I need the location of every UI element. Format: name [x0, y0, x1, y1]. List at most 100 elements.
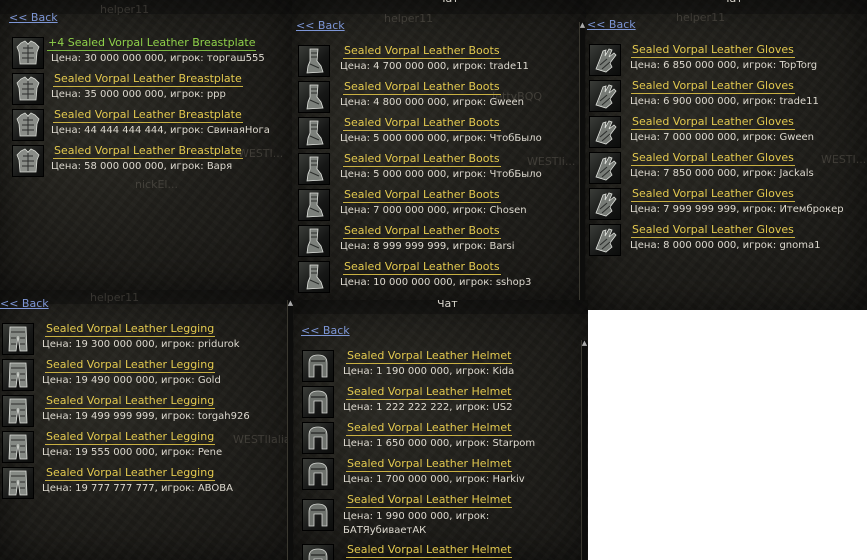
- item-price: Цена: 5 000 000 000, игрок: ЧтобБыло: [340, 169, 542, 180]
- item-price: Цена: 7 000 000 000, игрок: Gween: [630, 132, 815, 143]
- boots-icon[interactable]: [298, 45, 330, 77]
- list-item: Sealed Vorpal Leather Boots Цена: 5 000 …: [298, 116, 578, 152]
- item-price: Цена: 30 000 000 000, игрок: торгаш555: [51, 53, 265, 64]
- legging-icon[interactable]: [2, 395, 34, 427]
- item-name-link[interactable]: Sealed Vorpal Leather Boots: [343, 80, 501, 95]
- breastplate-icon[interactable]: [12, 145, 44, 177]
- scrollbar[interactable]: ▲: [579, 22, 585, 300]
- legging-icon[interactable]: [2, 359, 34, 391]
- list-item: Sealed Vorpal Leather Legging Цена: 19 4…: [2, 394, 287, 430]
- item-name-link[interactable]: Sealed Vorpal Leather Gloves: [631, 151, 795, 166]
- item-name-link[interactable]: Sealed Vorpal Leather Legging: [45, 430, 216, 445]
- ghost-text: helper11: [100, 3, 150, 16]
- ghost-text: helper11: [676, 11, 726, 24]
- back-link[interactable]: << Back: [301, 324, 350, 337]
- item-name-link[interactable]: Sealed Vorpal Leather Helmet: [346, 349, 513, 364]
- item-price: Цена: 19 490 000 000, игрок: Gold: [42, 375, 221, 386]
- back-link[interactable]: << Back: [9, 11, 58, 24]
- helmet-icon[interactable]: [302, 422, 334, 454]
- item-name-link[interactable]: Sealed Vorpal Leather Breastplate: [53, 108, 243, 123]
- item-price: Цена: 8 999 999 999, игрок: Barsi: [340, 241, 515, 252]
- helmet-icon[interactable]: [302, 350, 334, 382]
- gloves-icon[interactable]: [589, 188, 621, 220]
- legging-icon[interactable]: [2, 323, 34, 355]
- item-name-link[interactable]: Sealed Vorpal Leather Boots: [343, 44, 501, 59]
- item-name-link[interactable]: Sealed Vorpal Leather Helmet: [346, 421, 513, 436]
- chat-tab-label[interactable]: Чат: [722, 0, 743, 5]
- breastplate-panel: helper11 << Back WESTI... nickEl... +4 S…: [0, 0, 292, 290]
- item-name-link[interactable]: Sealed Vorpal Leather Helmet: [346, 385, 513, 400]
- item-price: Цена: 19 300 000 000, игрок: pridurok: [42, 339, 240, 350]
- back-link[interactable]: << Back: [296, 19, 345, 32]
- legging-icon[interactable]: [2, 431, 34, 463]
- item-price: Цена: 6 850 000 000, игрок: TopTorg: [630, 60, 818, 71]
- list-item: Sealed Vorpal Leather Breastplate Цена: …: [12, 108, 292, 144]
- gloves-icon[interactable]: [589, 116, 621, 148]
- item-price: Цена: 7 850 000 000, игрок: Jackals: [630, 168, 814, 179]
- list-item: Sealed Vorpal Leather Boots Цена: 8 999 …: [298, 224, 578, 260]
- item-price: Цена: 19 777 777 777, игрок: ABOBA: [42, 483, 233, 494]
- item-name-link[interactable]: Sealed Vorpal Leather Boots: [343, 152, 501, 167]
- ghost-text: helper11: [384, 12, 434, 25]
- breastplate-icon[interactable]: [12, 37, 44, 69]
- item-name-link[interactable]: Sealed Vorpal Leather Helmet: [346, 493, 513, 508]
- item-name-link[interactable]: Sealed Vorpal Leather Helmet: [346, 543, 513, 558]
- list-item: Sealed Vorpal Leather Breastplate Цена: …: [12, 72, 292, 108]
- list-item: Sealed Vorpal Leather Helmet Цена: 1 990…: [302, 493, 582, 539]
- legging-icon[interactable]: [2, 467, 34, 499]
- gloves-icon[interactable]: [589, 224, 621, 256]
- boots-icon[interactable]: [298, 189, 330, 221]
- boots-panel: Чат helper11 << Back JettyBQQ WESTIi... …: [292, 0, 586, 300]
- boots-icon[interactable]: [298, 117, 330, 149]
- item-name-link[interactable]: Sealed Vorpal Leather Helmet: [346, 457, 513, 472]
- boots-icon[interactable]: [298, 225, 330, 257]
- chat-tab-label[interactable]: Чат: [437, 300, 458, 310]
- item-name-link[interactable]: Sealed Vorpal Leather Gloves: [631, 79, 795, 94]
- list-item: Sealed Vorpal Leather Legging Цена: 19 3…: [2, 322, 287, 358]
- boots-icon[interactable]: [298, 261, 330, 293]
- helmet-icon[interactable]: [302, 499, 334, 531]
- scrollbar[interactable]: ▲: [287, 300, 293, 560]
- gloves-icon[interactable]: [589, 80, 621, 112]
- item-price: Цена: 4 800 000 000, игрок: Gween: [340, 97, 525, 108]
- item-name-link[interactable]: Sealed Vorpal Leather Breastplate: [53, 72, 243, 87]
- item-name-link[interactable]: Sealed Vorpal Leather Gloves: [631, 223, 795, 238]
- item-name-link[interactable]: Sealed Vorpal Leather Legging: [45, 466, 216, 481]
- list-item: Sealed Vorpal Leather Legging Цена: 19 7…: [2, 466, 287, 502]
- item-name-link[interactable]: Sealed Vorpal Leather Legging: [45, 322, 216, 337]
- item-name-link[interactable]: Sealed Vorpal Leather Legging: [45, 358, 216, 373]
- boots-icon[interactable]: [298, 81, 330, 113]
- breastplate-icon[interactable]: [12, 73, 44, 105]
- item-name-link[interactable]: +4 Sealed Vorpal Leather Breastplate: [47, 36, 257, 51]
- gloves-icon[interactable]: [589, 152, 621, 184]
- helmet-icon[interactable]: [302, 458, 334, 490]
- item-name-link[interactable]: Sealed Vorpal Leather Legging: [45, 394, 216, 409]
- helmet-icon[interactable]: [302, 386, 334, 418]
- item-name-link[interactable]: Sealed Vorpal Leather Boots: [343, 188, 501, 203]
- item-name-link[interactable]: Sealed Vorpal Leather Breastplate: [53, 144, 243, 159]
- list-item: Sealed Vorpal Leather Gloves Цена: 7 850…: [589, 151, 867, 187]
- item-name-link[interactable]: Sealed Vorpal Leather Gloves: [631, 187, 795, 202]
- boots-icon[interactable]: [298, 153, 330, 185]
- list-item: Sealed Vorpal Leather Gloves Цена: 7 999…: [589, 187, 867, 223]
- item-price: Цена: 5 000 000 000, игрок: ЧтобБыло: [340, 133, 542, 144]
- chat-tab-label[interactable]: Чат: [438, 0, 459, 5]
- item-name-link[interactable]: Sealed Vorpal Leather Boots: [343, 260, 501, 275]
- item-name-link[interactable]: Sealed Vorpal Leather Boots: [343, 224, 501, 239]
- item-name-link[interactable]: Sealed Vorpal Leather Boots: [343, 116, 501, 131]
- breastplate-icon[interactable]: [12, 109, 44, 141]
- item-price: Цена: 1 990 000 000, игрок: БАТЯубиваетА…: [343, 511, 490, 536]
- back-link[interactable]: << Back: [0, 297, 49, 310]
- back-link[interactable]: << Back: [587, 18, 636, 31]
- helmet-icon[interactable]: [302, 544, 334, 560]
- item-price: Цена: 35 000 000 000, игрок: ppp: [51, 89, 226, 100]
- list-item: Sealed Vorpal Leather Helmet Цена: 1 650…: [302, 421, 582, 457]
- gloves-icon[interactable]: [589, 44, 621, 76]
- item-name-link[interactable]: Sealed Vorpal Leather Gloves: [631, 115, 795, 130]
- item-price: Цена: 7 000 000 000, игрок: Chosen: [340, 205, 527, 216]
- item-price: Цена: 1 650 000 000, игрок: Starpom: [343, 438, 536, 449]
- list-item: Sealed Vorpal Leather Boots Цена: 4 700 …: [298, 44, 578, 80]
- list-item: +4 Sealed Vorpal Leather Breastplate Цен…: [12, 36, 292, 72]
- leggings-panel: helper11 << Back WESTIIalia ▲ Sealed Vor…: [0, 290, 294, 560]
- item-name-link[interactable]: Sealed Vorpal Leather Gloves: [631, 43, 795, 58]
